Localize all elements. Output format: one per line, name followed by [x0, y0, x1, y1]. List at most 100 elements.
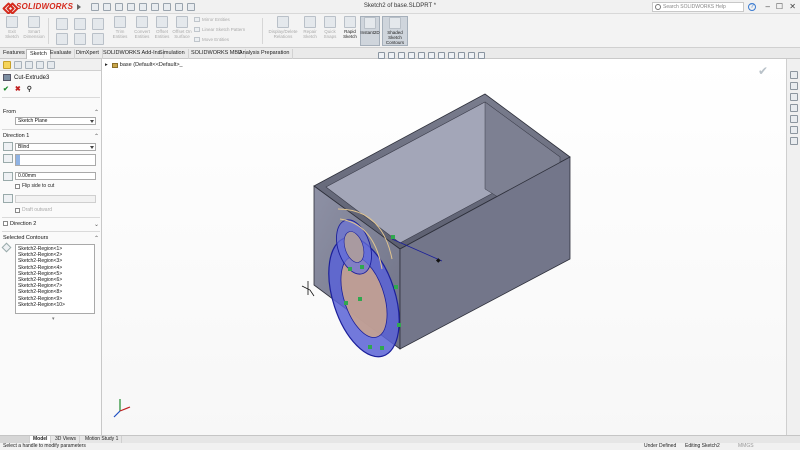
flip-side-checkbox[interactable]: Flip side to cut — [15, 183, 54, 189]
edit-appearance-icon[interactable] — [458, 52, 465, 59]
custom-properties-icon[interactable] — [790, 137, 798, 145]
ok-button[interactable]: ✔ — [3, 85, 9, 93]
cancel-button[interactable]: ✖ — [15, 85, 21, 93]
pushpin-icon[interactable]: ⚲ — [27, 85, 32, 93]
configuration-manager-tab-icon[interactable] — [25, 61, 33, 69]
offset-on-surface-button[interactable]: Offset On Surface — [172, 16, 192, 39]
minimize-button[interactable]: – — [766, 2, 770, 12]
instant2d-button[interactable]: Instant2D — [360, 16, 380, 46]
display-manager-tab-icon[interactable] — [47, 61, 55, 69]
file-explorer-icon[interactable] — [790, 104, 798, 112]
direction-vector-icon — [3, 154, 13, 163]
offset-entities-button[interactable]: Offset Entities — [152, 16, 172, 39]
quick-snaps-button[interactable]: Quick Snaps — [320, 16, 340, 39]
restore-button[interactable]: ☐ — [776, 2, 783, 12]
direction1-section-header[interactable]: Direction 1 ⌃ — [3, 133, 99, 140]
view-settings-icon[interactable] — [478, 52, 485, 59]
zoom-to-area-icon[interactable] — [388, 52, 395, 59]
section-view-icon[interactable] — [408, 52, 415, 59]
rapid-sketch-button[interactable]: Rapid Sketch — [340, 16, 360, 39]
rebuild-icon[interactable] — [163, 2, 172, 11]
display-style-icon[interactable] — [438, 52, 445, 59]
line-icon[interactable] — [56, 18, 68, 30]
rectangle-icon[interactable] — [74, 18, 86, 30]
resources-icon[interactable] — [790, 82, 798, 90]
smart-dimension-button[interactable]: Smart Dimension — [23, 16, 45, 39]
tab-simulation[interactable]: Simulation — [156, 49, 189, 59]
spline-icon[interactable] — [92, 18, 104, 30]
linear-pattern-button[interactable]: Linear Sketch Pattern — [194, 27, 245, 32]
tab-analysis-preparation[interactable]: Analysis Preparation — [236, 49, 294, 59]
draft-icon[interactable] — [3, 194, 13, 203]
exit-sketch-button[interactable]: Exit Sketch — [2, 16, 22, 39]
direction2-checkbox[interactable] — [3, 221, 8, 226]
circle-icon[interactable] — [56, 33, 68, 45]
repair-icon — [304, 16, 316, 28]
display-relations-button[interactable]: Display/Delete Relations — [268, 16, 298, 39]
exit-sketch-icon — [6, 16, 18, 28]
dynamic-annotation-icon[interactable] — [418, 52, 425, 59]
list-item[interactable]: Sketch2-Region<10> — [18, 302, 92, 308]
file-properties-icon[interactable] — [175, 2, 184, 11]
new-document-icon[interactable] — [91, 2, 100, 11]
solidworks-logo[interactable]: SOLIDWORKS — [0, 0, 82, 14]
feature-tree-flyout[interactable]: ▸ base (Default<<Default>_ — [105, 62, 183, 68]
divider — [2, 217, 100, 218]
feature-manager-tab-icon[interactable] — [3, 61, 11, 69]
mirror-entities-button[interactable]: Mirror Entities — [194, 17, 230, 22]
direction-selection-box[interactable] — [15, 154, 96, 166]
flyout-expand-icon[interactable]: ▸ — [105, 62, 108, 68]
from-select[interactable]: Sketch Plane — [15, 117, 96, 125]
point-icon[interactable] — [92, 33, 104, 45]
dimxpert-manager-tab-icon[interactable] — [36, 61, 44, 69]
selected-contours-header[interactable]: Selected Contours ⌃ — [3, 235, 99, 242]
repair-sketch-button[interactable]: Repair Sketch — [300, 16, 320, 39]
confirmation-corner-ok-icon[interactable]: ✔ — [758, 64, 768, 78]
contours-list[interactable]: Sketch2-Region<1> Sketch2-Region<2> Sket… — [15, 244, 95, 314]
end-condition-select[interactable]: Blind — [15, 143, 96, 151]
tab-evaluate[interactable]: Evaluate — [47, 49, 76, 59]
zoom-to-fit-icon[interactable] — [378, 52, 385, 59]
help-search-input[interactable]: Search SOLIDWORKS Help — [652, 2, 744, 12]
draft-outward-checkbox[interactable]: Draft outward — [15, 207, 52, 213]
tab-dimxpert[interactable]: DimXpert — [73, 49, 103, 59]
select-icon[interactable] — [151, 2, 160, 11]
direction2-section-header[interactable]: Direction 2 ⌄ — [3, 221, 99, 228]
help-button[interactable]: ? — [748, 3, 756, 11]
depth-input[interactable]: 0.00mm — [15, 172, 96, 180]
move-entities-button[interactable]: Move Entities — [194, 37, 229, 42]
draft-angle-input[interactable] — [15, 195, 96, 203]
close-button[interactable]: ✕ — [789, 2, 796, 12]
graphics-area[interactable]: ◆ — [102, 59, 786, 435]
options-icon[interactable] — [187, 2, 196, 11]
open-icon[interactable] — [103, 2, 112, 11]
trim-entities-button[interactable]: Trim Entities — [110, 16, 130, 39]
shaded-sketch-contours-button[interactable]: Shaded Sketch Contours — [382, 16, 408, 46]
design-library-icon[interactable] — [790, 93, 798, 101]
save-icon[interactable] — [115, 2, 124, 11]
property-manager-tab-icon[interactable] — [14, 61, 22, 69]
resize-handle-icon[interactable]: ▾ — [52, 316, 55, 322]
unit-system[interactable]: MMGS — [738, 443, 754, 450]
home-icon[interactable] — [790, 71, 798, 79]
convert-entities-button[interactable]: Convert Entities — [132, 16, 152, 39]
tab-addins[interactable]: SOLIDWORKS Add-Ins — [100, 49, 165, 59]
tab-features[interactable]: Features — [0, 49, 29, 59]
reverse-direction-icon[interactable] — [3, 142, 13, 151]
undo-icon[interactable] — [139, 2, 148, 11]
direction1-header-label: Direction 1 — [3, 133, 30, 139]
previous-view-icon[interactable] — [398, 52, 405, 59]
view-orientation-icon[interactable] — [428, 52, 435, 59]
view-palette-icon[interactable] — [790, 115, 798, 123]
feature-title: Cut-Extrude3 — [3, 74, 49, 81]
end-condition-value: Blind — [18, 144, 30, 150]
menu-expand-icon[interactable] — [77, 3, 82, 10]
depth-value: 0.00mm — [18, 173, 37, 179]
appearances-icon[interactable] — [790, 126, 798, 134]
apply-scene-icon[interactable] — [468, 52, 475, 59]
command-manager: Exit Sketch Smart Dimension Trim Entitie… — [0, 14, 800, 48]
print-icon[interactable] — [127, 2, 136, 11]
arc-icon[interactable] — [74, 33, 86, 45]
from-section-header[interactable]: From ⌃ — [3, 109, 99, 116]
hide-show-items-icon[interactable] — [448, 52, 455, 59]
